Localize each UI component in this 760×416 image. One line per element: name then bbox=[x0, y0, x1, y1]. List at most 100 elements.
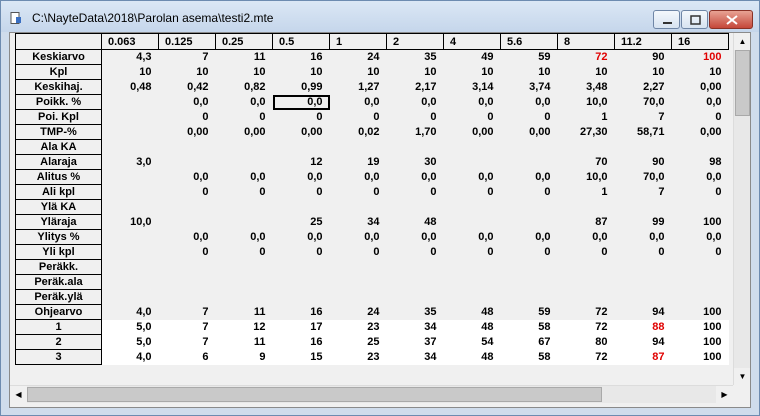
grid-cell[interactable]: 0 bbox=[273, 110, 330, 125]
row-header[interactable]: Poi. Kpl bbox=[15, 109, 102, 125]
grid-cell[interactable]: 10 bbox=[672, 65, 729, 80]
grid-cell[interactable]: 70 bbox=[558, 155, 615, 170]
grid-cell[interactable]: 1,70 bbox=[387, 125, 444, 140]
grid-cell[interactable]: 0,0 bbox=[672, 170, 729, 185]
grid-cell[interactable] bbox=[102, 125, 159, 140]
grid-cell[interactable]: 15 bbox=[272, 349, 330, 365]
row-header[interactable]: Peräkk. bbox=[15, 259, 102, 275]
grid-cell[interactable]: 10,0 bbox=[558, 170, 615, 185]
scroll-up-button[interactable]: ▲ bbox=[734, 33, 750, 50]
grid-cell[interactable]: 24 bbox=[330, 50, 387, 65]
grid-cell[interactable]: 1,27 bbox=[330, 80, 387, 95]
grid-cell[interactable] bbox=[444, 275, 501, 290]
grid-cell[interactable]: 0,0 bbox=[615, 230, 672, 245]
row-header[interactable]: Poikk. % bbox=[15, 94, 102, 110]
grid-cell[interactable] bbox=[444, 215, 501, 230]
grid-cell[interactable]: 10 bbox=[387, 65, 444, 80]
grid-cell[interactable]: 3,48 bbox=[558, 80, 615, 95]
grid-cell[interactable]: 0,00 bbox=[501, 125, 558, 140]
grid-cell[interactable] bbox=[501, 260, 558, 275]
grid-cell[interactable]: 10 bbox=[273, 65, 330, 80]
grid-cell[interactable] bbox=[102, 110, 159, 125]
grid-cell[interactable]: 72 bbox=[557, 349, 615, 365]
grid-cell[interactable]: 4,0 bbox=[102, 305, 159, 320]
grid-cell[interactable]: 23 bbox=[329, 349, 387, 365]
grid-cell[interactable]: 90 bbox=[615, 155, 672, 170]
column-header[interactable]: 16 bbox=[671, 33, 729, 50]
grid-cell[interactable]: 0,00 bbox=[159, 125, 216, 140]
grid-cell[interactable]: 48 bbox=[443, 319, 501, 335]
grid-cell[interactable]: 0,42 bbox=[159, 80, 216, 95]
grid-cell[interactable] bbox=[273, 140, 330, 155]
grid-cell[interactable] bbox=[102, 200, 159, 215]
grid-cell[interactable]: 80 bbox=[557, 334, 615, 350]
grid-cell[interactable]: 0,0 bbox=[216, 170, 273, 185]
grid-cell[interactable] bbox=[330, 260, 387, 275]
grid-cell[interactable]: 48 bbox=[444, 305, 501, 320]
grid-cell[interactable] bbox=[102, 170, 159, 185]
grid-cell[interactable]: 70,0 bbox=[615, 170, 672, 185]
row-header[interactable]: Peräk.ylä bbox=[15, 289, 102, 305]
row-header[interactable]: Kpl bbox=[15, 64, 102, 80]
grid-cell[interactable]: 59 bbox=[501, 305, 558, 320]
grid-cell[interactable] bbox=[102, 260, 159, 275]
column-header[interactable]: 4 bbox=[443, 33, 501, 50]
grid-cell[interactable]: 0 bbox=[216, 245, 273, 260]
grid-cell[interactable]: 98 bbox=[672, 155, 729, 170]
row-header[interactable]: Keskiarvo bbox=[15, 49, 102, 65]
grid-cell[interactable]: 72 bbox=[558, 305, 615, 320]
grid-cell[interactable]: 0,0 bbox=[672, 230, 729, 245]
grid-cell[interactable] bbox=[273, 275, 330, 290]
grid-cell[interactable] bbox=[330, 200, 387, 215]
grid-cell[interactable]: 4,3 bbox=[102, 50, 159, 65]
grid-cell[interactable]: 0 bbox=[273, 185, 330, 200]
grid-cell[interactable] bbox=[102, 185, 159, 200]
grid-cell[interactable]: 0,0 bbox=[159, 170, 216, 185]
column-header[interactable]: 0.5 bbox=[272, 33, 330, 50]
grid-cell[interactable]: 99 bbox=[615, 215, 672, 230]
grid-corner-header[interactable] bbox=[15, 33, 102, 50]
grid-cell[interactable] bbox=[159, 155, 216, 170]
grid-cell[interactable]: 34 bbox=[386, 349, 444, 365]
grid-cell[interactable]: 11 bbox=[215, 334, 273, 350]
grid-cell[interactable]: 0,99 bbox=[273, 80, 330, 95]
grid-cell[interactable]: 16 bbox=[272, 334, 330, 350]
grid-cell[interactable] bbox=[558, 275, 615, 290]
grid-cell[interactable] bbox=[501, 155, 558, 170]
grid-cell[interactable]: 0,0 bbox=[672, 95, 729, 110]
grid-cell[interactable]: 0,0 bbox=[444, 170, 501, 185]
grid-cell[interactable]: 0,0 bbox=[501, 95, 558, 110]
grid-cell[interactable]: 7 bbox=[159, 305, 216, 320]
grid-cell[interactable] bbox=[444, 200, 501, 215]
grid-cell[interactable]: 7 bbox=[158, 319, 216, 335]
grid-cell[interactable]: 17 bbox=[272, 319, 330, 335]
grid-cell[interactable]: 0,02 bbox=[330, 125, 387, 140]
grid-cell[interactable]: 24 bbox=[330, 305, 387, 320]
grid-cell[interactable] bbox=[273, 260, 330, 275]
grid-cell[interactable]: 2,27 bbox=[615, 80, 672, 95]
grid-cell[interactable]: 0 bbox=[159, 185, 216, 200]
row-header[interactable]: Keskihaj. bbox=[15, 79, 102, 95]
grid-cell[interactable] bbox=[558, 290, 615, 305]
grid-cell[interactable]: 9 bbox=[215, 349, 273, 365]
grid-cell[interactable]: 12 bbox=[273, 155, 330, 170]
row-header[interactable]: 1 bbox=[15, 319, 102, 335]
grid-cell[interactable] bbox=[615, 200, 672, 215]
column-header[interactable]: 2 bbox=[386, 33, 444, 50]
grid-cell[interactable] bbox=[387, 200, 444, 215]
grid-cell[interactable]: 0,00 bbox=[672, 80, 729, 95]
grid-cell[interactable]: 0 bbox=[216, 110, 273, 125]
grid-cell[interactable] bbox=[672, 140, 729, 155]
grid-cell[interactable]: 10 bbox=[216, 65, 273, 80]
grid-cell[interactable] bbox=[501, 200, 558, 215]
grid-cell[interactable] bbox=[216, 260, 273, 275]
row-header[interactable]: 3 bbox=[15, 349, 102, 365]
grid-cell[interactable]: 30 bbox=[387, 155, 444, 170]
grid-cell[interactable]: 48 bbox=[387, 215, 444, 230]
grid-cell[interactable]: 25 bbox=[329, 334, 387, 350]
grid-cell[interactable] bbox=[387, 140, 444, 155]
grid-cell[interactable]: 1 bbox=[558, 110, 615, 125]
title-bar[interactable]: C:\NayteData\2018\Parolan asema\testi2.m… bbox=[1, 1, 759, 32]
grid-cell[interactable]: 0 bbox=[216, 185, 273, 200]
grid-cell[interactable]: 11 bbox=[216, 50, 273, 65]
